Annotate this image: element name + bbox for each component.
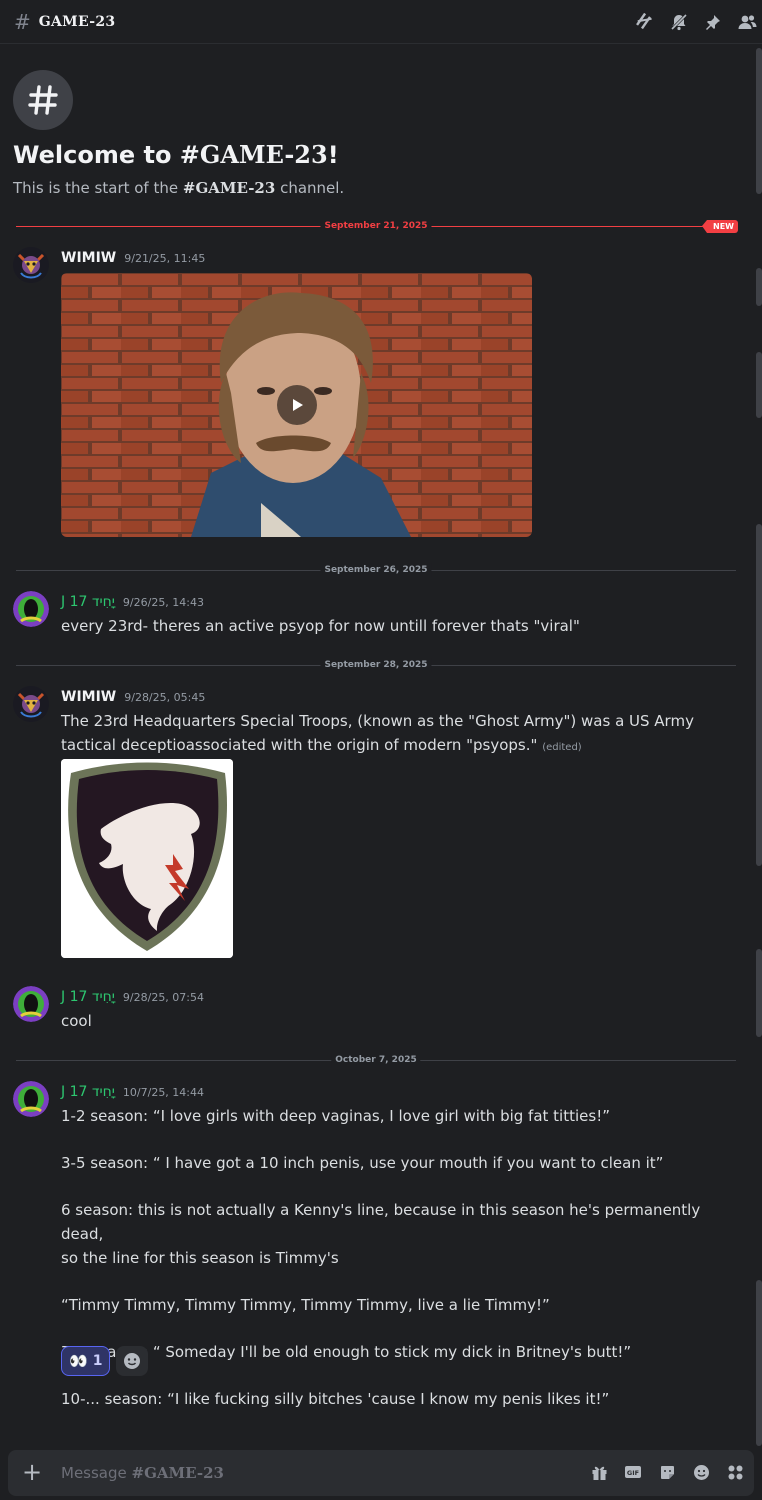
members-icon[interactable]	[736, 11, 758, 33]
message-timestamp: 9/21/25, 11:45	[124, 252, 206, 265]
message-author[interactable]: WIMIW	[61, 250, 116, 266]
message-input[interactable]: Message #GAME-23	[61, 1464, 224, 1482]
reaction-count: 1	[92, 1353, 103, 1369]
gift-icon[interactable]	[590, 1463, 608, 1481]
date-divider: October 7, 2025	[16, 1053, 736, 1067]
gif-icon[interactable]: GIF	[624, 1463, 642, 1481]
play-icon[interactable]	[277, 385, 317, 425]
message-composer[interactable]: + Message #GAME-23 GIF	[8, 1450, 754, 1496]
message-content: The 23rd Headquarters Special Troops, (k…	[61, 712, 694, 754]
svg-text:GIF: GIF	[627, 1469, 639, 1477]
date-divider: September 26, 2025	[16, 563, 736, 577]
message-content: every 23rd- theres an active psyop for n…	[61, 617, 580, 635]
eyes-emoji: 👀	[69, 1352, 88, 1370]
date-divider-new: September 21, 2025 NEW	[16, 219, 738, 233]
avatar[interactable]	[13, 986, 49, 1022]
scrollbar[interactable]	[754, 44, 762, 1446]
video-attachment[interactable]	[61, 273, 532, 537]
add-reaction-button[interactable]	[116, 1346, 149, 1376]
message-author[interactable]: WIMIW	[61, 689, 116, 705]
message-content: cool	[61, 1012, 92, 1030]
channel-header: # GAME-23	[0, 0, 762, 44]
sticker-icon[interactable]	[658, 1463, 676, 1481]
avatar[interactable]	[13, 591, 49, 627]
message-content: 1-2 season: “I love girls with deep vagi…	[61, 1107, 701, 1408]
message-timestamp: 9/28/25, 07:54	[122, 991, 205, 1004]
message-timestamp: 9/26/25, 14:43	[122, 596, 205, 609]
apps-icon[interactable]	[726, 1463, 744, 1481]
channel-hash-large-icon	[13, 70, 73, 130]
add-reaction-icon	[124, 1353, 141, 1369]
avatar[interactable]	[13, 1081, 49, 1117]
message-author[interactable]: J 17 יָחִיד	[61, 989, 115, 1005]
notifications-muted-icon[interactable]	[668, 11, 690, 33]
add-attachment-icon[interactable]: +	[22, 1460, 42, 1484]
message-timestamp: 9/28/25, 05:45	[124, 691, 206, 704]
welcome-title: Welcome to #GAME-23!	[13, 140, 339, 169]
welcome-subtitle: This is the start of the #GAME-23 channe…	[13, 179, 345, 197]
edited-tag: (edited)	[542, 742, 582, 753]
new-messages-badge: NEW	[702, 220, 738, 233]
message-author[interactable]: J 17 יָחִיד	[61, 594, 115, 610]
date-divider: September 28, 2025	[16, 658, 736, 672]
message-timestamp: 10/7/25, 14:44	[122, 1086, 205, 1099]
message-list[interactable]: Welcome to #GAME-23! This is the start o…	[0, 44, 762, 1450]
image-attachment[interactable]	[61, 759, 233, 958]
channel-title: GAME-23	[38, 13, 116, 30]
reaction-eyes[interactable]: 👀 1	[61, 1346, 111, 1376]
threads-icon[interactable]	[634, 11, 656, 33]
pin-icon[interactable]	[702, 11, 724, 33]
avatar[interactable]	[13, 247, 49, 283]
message-author[interactable]: J 17 יָחִיד	[61, 1084, 115, 1100]
avatar[interactable]	[13, 686, 49, 722]
emoji-icon[interactable]	[692, 1463, 710, 1481]
channel-hash-icon: #	[14, 9, 31, 34]
